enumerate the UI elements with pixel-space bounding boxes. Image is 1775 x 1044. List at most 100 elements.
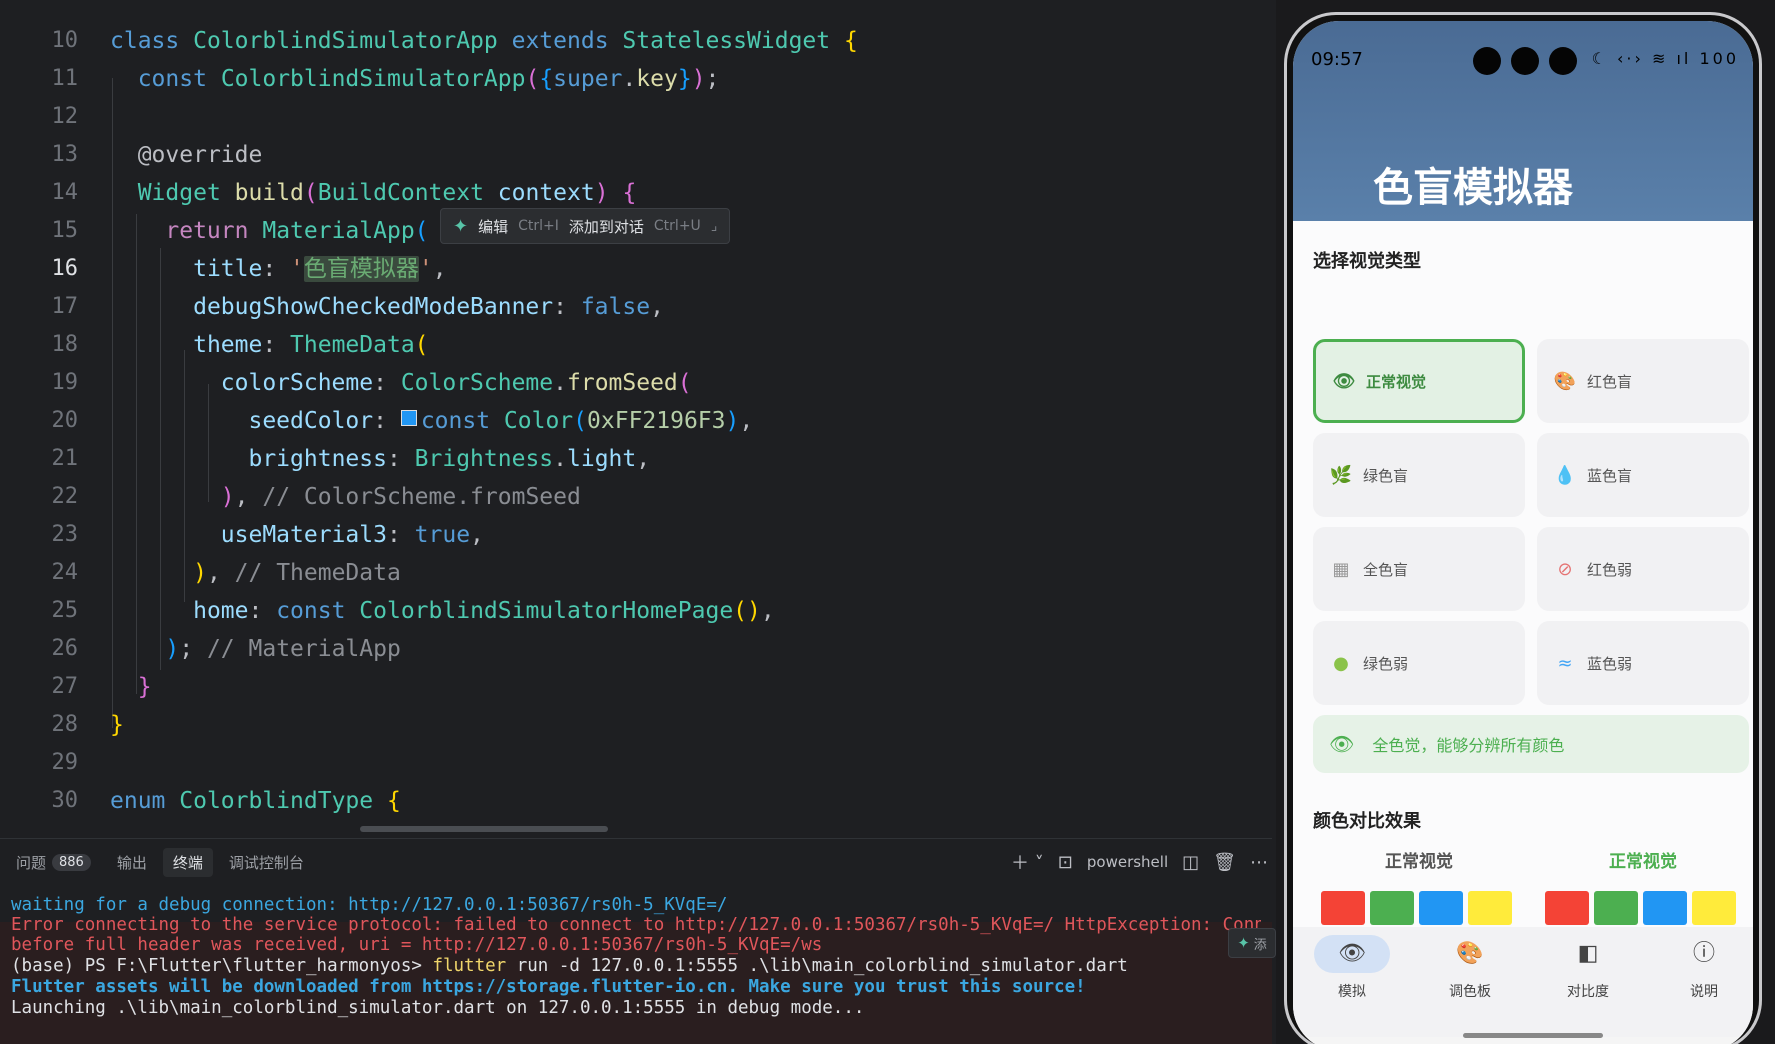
option-tritanomaly[interactable]: ≈ 蓝色弱 bbox=[1537, 621, 1749, 705]
code-line[interactable]: 21 brightness: Brightness.light, bbox=[0, 440, 1272, 478]
option-normal-vision[interactable]: 👁 正常视觉 bbox=[1313, 339, 1525, 423]
ai-chip-label: 添 bbox=[1253, 937, 1267, 953]
code-line[interactable]: 22 ), // ColorScheme.fromSeed bbox=[0, 478, 1272, 516]
code-line[interactable]: 30 enum ColorblindType { bbox=[0, 782, 1272, 820]
option-deuteranomaly[interactable]: ● 绿色弱 bbox=[1313, 621, 1525, 705]
sparkle-icon: ✦ bbox=[1237, 934, 1250, 952]
code-line[interactable]: 11 const ColorblindSimulatorApp({super.k… bbox=[0, 60, 1272, 98]
code-line[interactable]: 13 @override bbox=[0, 136, 1272, 174]
nav-palette[interactable]: 🎨 调色板 bbox=[1415, 935, 1525, 1015]
option-protanomaly[interactable]: ⊘ 红色弱 bbox=[1537, 527, 1749, 611]
camera-icon bbox=[1511, 47, 1539, 75]
option-label: 红色盲 bbox=[1587, 372, 1633, 391]
terminal-args: run -d 127.0.0.1:5555 .\lib\main_colorbl… bbox=[506, 956, 1128, 976]
panel-actions: ＋ ˅ ⊡ powershell ◫ 🗑 ⋯ bbox=[1011, 839, 1268, 885]
option-tritanopia[interactable]: 💧 蓝色盲 bbox=[1537, 433, 1749, 517]
code-line[interactable]: 17 debugShowCheckedModeBanner: false, bbox=[0, 288, 1272, 326]
line-number: 25 bbox=[51, 598, 79, 623]
info-text: 全色觉，能够分辨所有颜色 bbox=[1372, 736, 1565, 755]
ai-chat-chip[interactable]: ✦ 添 bbox=[1228, 928, 1276, 958]
code-line[interactable]: 20 seedColor: const Color(0xFF2196F3), bbox=[0, 402, 1272, 440]
swatch-blue bbox=[1419, 891, 1463, 925]
nav-label: 调色板 bbox=[1449, 984, 1491, 1000]
code-line[interactable]: 24 ), // ThemeData bbox=[0, 554, 1272, 592]
tab-debug-console[interactable]: 调试控制台 bbox=[219, 848, 314, 877]
code-line[interactable]: 29 bbox=[0, 744, 1272, 782]
nav-contrast[interactable]: ◧ 对比度 bbox=[1533, 935, 1643, 1015]
swatch-red bbox=[1321, 891, 1365, 925]
nav-label: 说明 bbox=[1690, 984, 1718, 1000]
vision-info-box: 👁 全色觉，能够分辨所有颜色 bbox=[1313, 715, 1749, 773]
shell-name[interactable]: powershell bbox=[1087, 853, 1168, 871]
option-label: 红色弱 bbox=[1587, 560, 1633, 579]
option-deuteranopia[interactable]: 🌿 绿色盲 bbox=[1313, 433, 1525, 517]
code-line[interactable]: 14 Widget build(BuildContext context) { bbox=[0, 174, 1272, 212]
line-number: 29 bbox=[51, 750, 79, 775]
option-label: 绿色盲 bbox=[1363, 466, 1409, 485]
tab-label: 问题 bbox=[16, 853, 47, 872]
code-line[interactable]: 23 useMaterial3: true, bbox=[0, 516, 1272, 554]
tree-icon: ● bbox=[1333, 652, 1349, 674]
swatch-red bbox=[1545, 891, 1589, 925]
inline-ai-hint[interactable]: ✦ 编辑 Ctrl+I 添加到对话 Ctrl+U ⌟ bbox=[440, 208, 731, 244]
line-number: 12 bbox=[51, 104, 79, 129]
code-line[interactable]: 25 home: const ColorblindSimulatorHomePa… bbox=[0, 592, 1272, 630]
code-line[interactable]: 26 ); // MaterialApp bbox=[0, 630, 1272, 668]
status-time: 09:57 bbox=[1311, 49, 1363, 70]
code-line[interactable]: 27 } bbox=[0, 668, 1272, 706]
code-editor[interactable]: 10 class ColorblindSimulatorApp extends S… bbox=[0, 0, 1272, 838]
tab-label: 终端 bbox=[172, 853, 203, 872]
contrast-icon: ◧ bbox=[1577, 941, 1599, 966]
option-achromatopsia[interactable]: ▦ 全色盲 bbox=[1313, 527, 1525, 611]
section-title: 选择视觉类型 bbox=[1313, 251, 1421, 272]
line-number: 27 bbox=[51, 674, 79, 699]
tab-output[interactable]: 输出 bbox=[107, 848, 157, 877]
edit-action[interactable]: 编辑 bbox=[478, 216, 508, 237]
trash-icon[interactable]: 🗑 bbox=[1213, 852, 1236, 873]
camera-icon bbox=[1473, 47, 1501, 75]
add-to-chat-action[interactable]: 添加到对话 bbox=[569, 216, 644, 237]
line-number: 28 bbox=[51, 712, 79, 737]
bottom-navigation: 👁 模拟 🎨 调色板 ◧ 对比度 ⓘ 说明 bbox=[1293, 927, 1753, 1037]
line-number: 20 bbox=[51, 408, 79, 433]
grid-icon: ▦ bbox=[1332, 558, 1350, 580]
code-line[interactable]: 12 bbox=[0, 98, 1272, 136]
code-line[interactable]: 16 title: '色盲模拟器', bbox=[0, 250, 1272, 288]
code-line[interactable]: 18 theme: ThemeData( bbox=[0, 326, 1272, 364]
compare-title: 颜色对比效果 bbox=[1313, 811, 1421, 832]
phone-screen[interactable]: 09:57 ☾ ‹·› ≋ ıl 100 色盲模拟器 选择视觉类型 👁 正常视觉… bbox=[1293, 21, 1753, 1044]
line-number: 19 bbox=[51, 370, 79, 395]
home-indicator[interactable] bbox=[1463, 1033, 1603, 1038]
edit-shortcut: Ctrl+I bbox=[518, 218, 559, 234]
code-line[interactable]: 10 class ColorblindSimulatorApp extends S… bbox=[0, 22, 1272, 60]
line-number: 23 bbox=[51, 522, 79, 547]
tab-problems[interactable]: 问题 886 bbox=[6, 848, 101, 877]
camera-icon bbox=[1549, 47, 1577, 75]
swatch-yellow bbox=[1468, 891, 1512, 925]
line-number: 10 bbox=[51, 28, 79, 53]
horizontal-scrollbar[interactable] bbox=[360, 826, 608, 832]
option-label: 正常视觉 bbox=[1366, 372, 1427, 391]
new-terminal-icon[interactable]: ＋ ˅ bbox=[1011, 849, 1044, 875]
option-label: 全色盲 bbox=[1363, 560, 1409, 579]
collapse-icon[interactable]: ⌟ bbox=[711, 218, 718, 234]
nav-simulate[interactable]: 👁 模拟 bbox=[1297, 935, 1407, 1015]
swatch-green bbox=[1594, 891, 1638, 925]
more-icon[interactable]: ⋯ bbox=[1250, 852, 1268, 873]
color-swatch-icon[interactable] bbox=[400, 410, 417, 426]
line-number: 24 bbox=[51, 560, 79, 585]
app-title: 色盲模拟器 bbox=[1373, 165, 1573, 211]
split-terminal-icon[interactable]: ◫ bbox=[1182, 852, 1199, 873]
line-number: 13 bbox=[51, 142, 79, 167]
terminal[interactable]: waiting for a debug connection: http://1… bbox=[0, 884, 1272, 1044]
code-line[interactable]: 19 colorScheme: ColorScheme.fromSeed( bbox=[0, 364, 1272, 402]
nav-label: 对比度 bbox=[1567, 984, 1609, 1000]
swatch-blue bbox=[1643, 891, 1687, 925]
palette-icon: 🎨 bbox=[1553, 370, 1577, 392]
line-number: 11 bbox=[51, 66, 79, 91]
option-protanopia[interactable]: 🎨 红色盲 bbox=[1537, 339, 1749, 423]
tab-terminal[interactable]: 终端 bbox=[162, 847, 213, 877]
water-drop-icon: 💧 bbox=[1553, 464, 1577, 486]
nav-info[interactable]: ⓘ 说明 bbox=[1649, 935, 1753, 1015]
code-line[interactable]: 28} bbox=[0, 706, 1272, 744]
